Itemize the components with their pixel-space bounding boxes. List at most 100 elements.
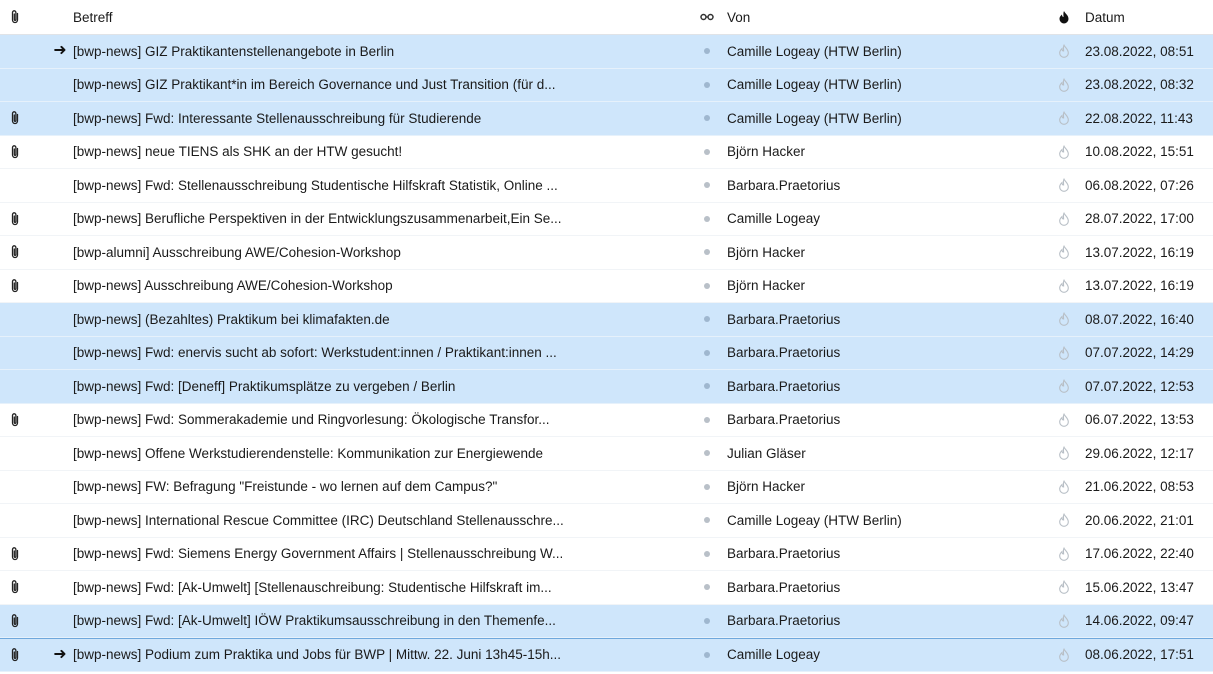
message-from[interactable]: Barbara.Praetorius [721,546,1045,561]
read-status-cell[interactable] [693,617,721,624]
read-status-cell[interactable] [693,550,721,557]
message-subject[interactable]: [bwp-news] Offene Werkstudierendenstelle… [73,446,693,461]
junk-status-cell[interactable] [1045,77,1083,92]
message-row[interactable]: [bwp-news] Ausschreibung AWE/Cohesion-Wo… [0,270,1213,303]
read-status-cell[interactable] [693,584,721,591]
junk-status-cell[interactable] [1045,345,1083,360]
message-from[interactable]: Björn Hacker [721,278,1045,293]
message-from[interactable]: Barbara.Praetorius [721,178,1045,193]
message-subject[interactable]: [bwp-news] GIZ Praktikant*in im Bereich … [73,77,693,92]
message-from[interactable]: Barbara.Praetorius [721,345,1045,360]
message-from[interactable]: Barbara.Praetorius [721,412,1045,427]
message-subject[interactable]: [bwp-news] GIZ Praktikantenstellenangebo… [73,44,693,59]
junk-status-cell[interactable] [1045,44,1083,59]
message-subject[interactable]: [bwp-news] (Bezahltes) Praktikum bei kli… [73,312,693,327]
read-status-cell[interactable] [693,115,721,122]
message-row[interactable]: [bwp-news] Fwd: Siemens Energy Governmen… [0,538,1213,571]
message-from[interactable]: Björn Hacker [721,245,1045,260]
message-row[interactable]: [bwp-news] International Rescue Committe… [0,504,1213,538]
read-status-cell[interactable] [693,483,721,490]
attachment-column-header[interactable] [0,9,30,25]
junk-column-header[interactable] [1045,10,1083,24]
junk-status-cell[interactable] [1045,111,1083,126]
junk-status-cell[interactable] [1045,245,1083,260]
junk-status-cell[interactable] [1045,546,1083,561]
junk-status-cell[interactable] [1045,412,1083,427]
date-column-header[interactable]: Datum [1083,10,1213,25]
message-row[interactable]: [bwp-news] neue TIENS als SHK an der HTW… [0,136,1213,169]
message-row[interactable]: [bwp-news] Fwd: Sommerakademie und Ringv… [0,404,1213,437]
read-column-header[interactable] [693,13,721,21]
junk-status-cell[interactable] [1045,446,1083,461]
junk-status-cell[interactable] [1045,178,1083,193]
message-row[interactable]: [bwp-alumni] Ausschreibung AWE/Cohesion-… [0,236,1213,270]
message-subject[interactable]: [bwp-news] Fwd: [Ak-Umwelt] IÖW Praktiku… [73,613,693,628]
read-status-cell[interactable] [693,383,721,390]
message-subject[interactable]: [bwp-news] Fwd: Stellenausschreibung Stu… [73,178,693,193]
message-subject[interactable]: [bwp-news] Podium zum Praktika und Jobs … [73,647,693,662]
read-status-cell[interactable] [693,416,721,423]
message-subject[interactable]: [bwp-news] Fwd: Interessante Stellenauss… [73,111,693,126]
read-status-cell[interactable] [693,517,721,524]
message-subject[interactable]: [bwp-news] Fwd: Sommerakademie und Ringv… [73,412,693,427]
junk-status-cell[interactable] [1045,613,1083,628]
junk-status-cell[interactable] [1045,647,1083,662]
message-subject[interactable]: [bwp-alumni] Ausschreibung AWE/Cohesion-… [73,245,693,260]
read-status-cell[interactable] [693,316,721,323]
junk-status-cell[interactable] [1045,580,1083,595]
read-status-cell[interactable] [693,81,721,88]
message-from[interactable]: Julian Gläser [721,446,1045,461]
message-row[interactable]: [bwp-news] Fwd: [Deneff] Praktikumsplätz… [0,370,1213,404]
message-subject[interactable]: [bwp-news] Fwd: enervis sucht ab sofort:… [73,345,693,360]
message-subject[interactable]: [bwp-news] Berufliche Perspektiven in de… [73,211,693,226]
junk-status-cell[interactable] [1045,278,1083,293]
read-status-cell[interactable] [693,148,721,155]
message-from[interactable]: Björn Hacker [721,144,1045,159]
message-row[interactable]: [bwp-news] Fwd: enervis sucht ab sofort:… [0,336,1213,370]
junk-status-cell[interactable] [1045,144,1083,159]
junk-status-cell[interactable] [1045,312,1083,327]
message-row[interactable]: [bwp-news] Fwd: Interessante Stellenauss… [0,102,1213,136]
junk-status-cell[interactable] [1045,513,1083,528]
message-from[interactable]: Camille Logeay (HTW Berlin) [721,111,1045,126]
message-from[interactable]: Camille Logeay [721,211,1045,226]
message-from[interactable]: Camille Logeay (HTW Berlin) [721,77,1045,92]
message-row[interactable]: [bwp-news] FW: Befragung "Freistunde - w… [0,471,1213,504]
message-row[interactable]: ➜ [bwp-news] GIZ Praktikantenstellenangeb… [0,35,1213,69]
message-subject[interactable]: [bwp-news] FW: Befragung "Freistunde - w… [73,479,693,494]
message-subject[interactable]: [bwp-news] Fwd: [Deneff] Praktikumsplätz… [73,379,693,394]
junk-status-cell[interactable] [1045,479,1083,494]
read-status-cell[interactable] [693,249,721,256]
message-subject[interactable]: [bwp-news] Fwd: Siemens Energy Governmen… [73,546,693,561]
message-from[interactable]: Camille Logeay (HTW Berlin) [721,44,1045,59]
message-row[interactable]: [bwp-news] Fwd: Stellenausschreibung Stu… [0,169,1213,203]
message-subject[interactable]: [bwp-news] Ausschreibung AWE/Cohesion-Wo… [73,278,693,293]
message-row[interactable]: [bwp-news] Fwd: [Ak-Umwelt] [Stellenausc… [0,571,1213,605]
message-row[interactable]: [bwp-news] GIZ Praktikant*in im Bereich … [0,68,1213,102]
read-status-cell[interactable] [693,215,721,222]
message-from[interactable]: Barbara.Praetorius [721,379,1045,394]
message-from[interactable]: Björn Hacker [721,479,1045,494]
message-subject[interactable]: [bwp-news] neue TIENS als SHK an der HTW… [73,144,693,159]
from-column-header[interactable]: Von [721,10,1045,25]
read-status-cell[interactable] [693,349,721,356]
message-subject[interactable]: [bwp-news] International Rescue Committe… [73,513,693,528]
read-status-cell[interactable] [693,651,721,658]
message-subject[interactable]: [bwp-news] Fwd: [Ak-Umwelt] [Stellenausc… [73,580,693,595]
message-from[interactable]: Camille Logeay (HTW Berlin) [721,513,1045,528]
junk-status-cell[interactable] [1045,379,1083,394]
message-from[interactable]: Barbara.Praetorius [721,613,1045,628]
message-row[interactable]: [bwp-news] Offene Werkstudierendenstelle… [0,437,1213,471]
read-status-cell[interactable] [693,450,721,457]
read-status-cell[interactable] [693,48,721,55]
message-from[interactable]: Barbara.Praetorius [721,580,1045,595]
message-row[interactable]: [bwp-news] Fwd: [Ak-Umwelt] IÖW Praktiku… [0,604,1213,638]
read-status-cell[interactable] [693,282,721,289]
message-from[interactable]: Barbara.Praetorius [721,312,1045,327]
message-row[interactable]: ➜ [bwp-news] Podium zum Praktika und Jobs… [0,638,1213,672]
message-from[interactable]: Camille Logeay [721,647,1045,662]
read-status-cell[interactable] [693,182,721,189]
junk-status-cell[interactable] [1045,211,1083,226]
message-row[interactable]: [bwp-news] (Bezahltes) Praktikum bei kli… [0,303,1213,337]
message-row[interactable]: [bwp-news] Berufliche Perspektiven in de… [0,203,1213,236]
